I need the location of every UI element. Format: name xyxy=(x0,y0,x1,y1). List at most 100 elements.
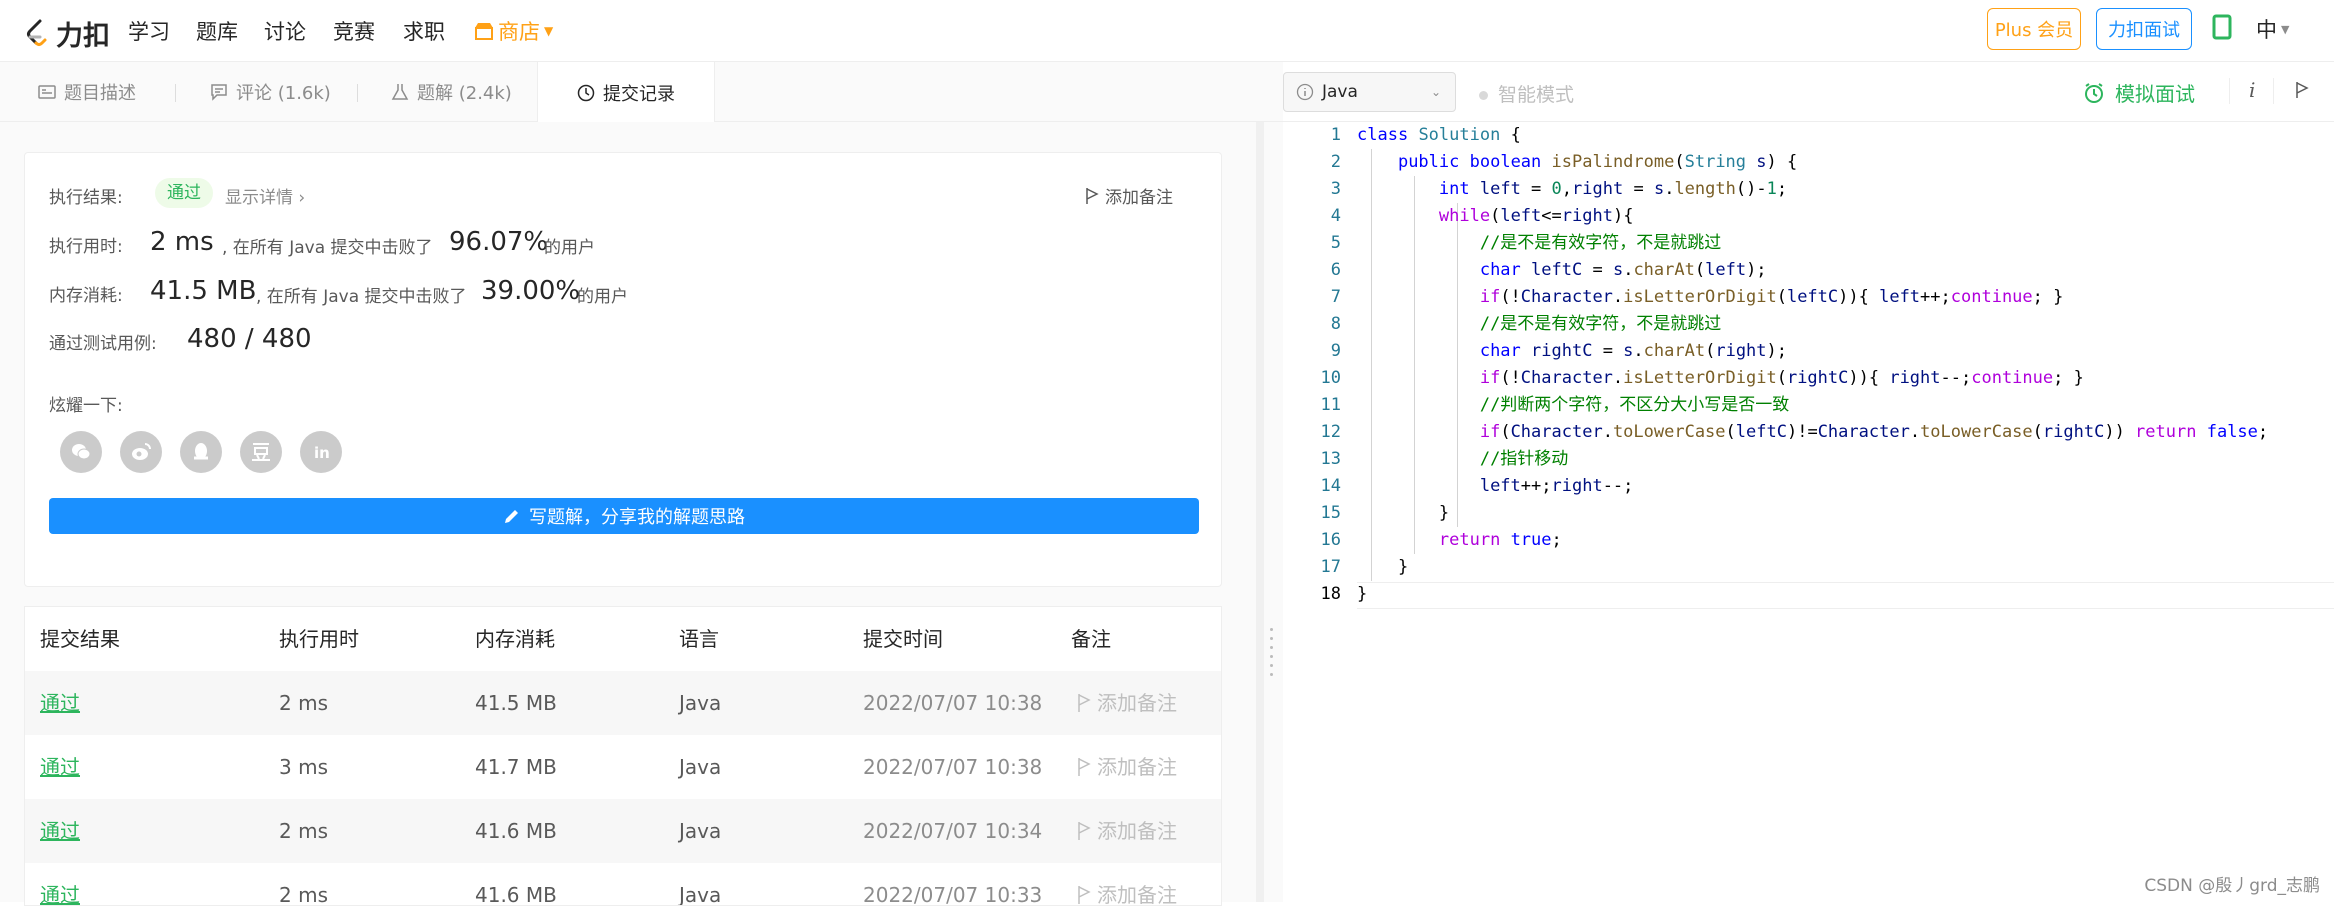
col-header-runtime: 执行用时 xyxy=(279,607,359,671)
row-add-note-button[interactable]: 添加备注 xyxy=(1077,863,1177,906)
code-line: int left = 0,right = s.length()-1; xyxy=(1357,176,2268,203)
row-status-link[interactable]: 通过 xyxy=(40,671,80,735)
store-icon xyxy=(474,22,494,40)
nav-contest[interactable]: 竞赛 xyxy=(333,16,375,46)
line-number: 2 xyxy=(1283,149,1341,176)
row-status-link[interactable]: 通过 xyxy=(40,735,80,799)
plus-member-button[interactable]: Plus 会员 xyxy=(1987,8,2081,50)
code-line: //指针移动 xyxy=(1357,446,2268,473)
wechat-share-button[interactable] xyxy=(60,431,102,473)
pencil-icon xyxy=(503,507,521,525)
smart-mode-toggle[interactable]: 智能模式 xyxy=(1479,80,1574,107)
col-header-submit-time: 提交时间 xyxy=(863,607,943,671)
tab-comments[interactable]: 评论 (1.6k) xyxy=(210,62,331,122)
result-card: 执行结果: 通过 显示详情 › 添加备注 执行用时: 2 ms , 在所有 Ja… xyxy=(24,152,1222,587)
linkedin-share-button[interactable]: in xyxy=(300,431,342,473)
code-line: if(!Character.isLetterOrDigit(rightC)){ … xyxy=(1357,365,2268,392)
row-memory: 41.6 MB xyxy=(475,863,557,906)
row-memory: 41.7 MB xyxy=(475,735,557,799)
write-solution-button[interactable]: 写题解，分享我的解题思路 xyxy=(49,498,1199,534)
line-number: 3 xyxy=(1283,176,1341,203)
flask-icon xyxy=(391,83,409,101)
memory-users-text: 的用户 xyxy=(577,282,628,307)
line-number: 1 xyxy=(1283,122,1341,149)
runtime-label: 执行用时: xyxy=(49,232,123,257)
douban-share-button[interactable] xyxy=(240,431,282,473)
code-line: if(!Character.isLetterOrDigit(leftC)){ l… xyxy=(1357,284,2268,311)
col-header-note: 备注 xyxy=(1071,607,1111,671)
row-language: Java xyxy=(679,799,721,863)
code-line: public boolean isPalindrome(String s) { xyxy=(1357,149,2268,176)
qq-share-button[interactable] xyxy=(180,431,222,473)
run-play-icon[interactable] xyxy=(2294,80,2310,104)
show-detail-link[interactable]: 显示详情 › xyxy=(225,183,305,208)
code-line: } xyxy=(1357,581,2268,608)
row-status-link[interactable]: 通过 xyxy=(40,799,80,863)
row-add-note-button[interactable]: 添加备注 xyxy=(1077,671,1177,735)
nav-jobs[interactable]: 求职 xyxy=(403,16,445,46)
row-runtime: 2 ms xyxy=(279,863,328,906)
info-italic-icon[interactable]: i xyxy=(2249,78,2255,102)
row-add-note-label: 添加备注 xyxy=(1097,863,1177,906)
language-switch-label: 中 xyxy=(2256,14,2277,44)
nav-store[interactable]: 商店 ▼ xyxy=(474,16,553,46)
table-row: 通过 2 ms 41.6 MB Java 2022/07/07 10:34 添加… xyxy=(25,799,1222,863)
code-line: if(Character.toLowerCase(leftC)!=Charact… xyxy=(1357,419,2268,446)
tab-submissions[interactable]: 提交记录 xyxy=(537,62,715,123)
tests-value: 480 / 480 xyxy=(187,324,312,354)
line-number: 10 xyxy=(1283,365,1341,392)
code-editor[interactable]: 1 2 3 4 5 6 7 8 9 10 11 12 13 14 15 16 1… xyxy=(1283,122,2334,902)
chevron-down-icon: ▼ xyxy=(544,24,553,38)
tab-solutions[interactable]: 题解 (2.4k) xyxy=(391,62,512,122)
col-header-memory: 内存消耗 xyxy=(475,607,555,671)
row-memory: 41.6 MB xyxy=(475,799,557,863)
flag-icon xyxy=(1085,187,1099,205)
code-line: //是不是有效字符，不是就跳过 xyxy=(1357,311,2268,338)
drag-handle-icon[interactable] xyxy=(1270,628,1273,676)
line-number: 6 xyxy=(1283,257,1341,284)
code-line: char leftC = s.charAt(left); xyxy=(1357,257,2268,284)
chevron-down-icon: ▼ xyxy=(2281,23,2289,36)
memory-value: 41.5 MB xyxy=(150,276,256,306)
language-switch[interactable]: 中 ▼ xyxy=(2256,14,2289,44)
line-number: 11 xyxy=(1283,392,1341,419)
language-select[interactable]: Java ⌄ xyxy=(1283,72,1456,112)
tab-description[interactable]: 题目描述 xyxy=(38,62,136,122)
row-language: Java xyxy=(679,863,721,906)
code-line: //是不是有效字符，不是就跳过 xyxy=(1357,230,2268,257)
code-line: while(left<=right){ xyxy=(1357,203,2268,230)
write-solution-label: 写题解，分享我的解题思路 xyxy=(529,503,745,529)
add-note-button[interactable]: 添加备注 xyxy=(1085,183,1173,208)
leetcode-logo[interactable]: 力扣 xyxy=(22,14,110,53)
interview-button[interactable]: 力扣面试 xyxy=(2096,8,2192,50)
line-number: 14 xyxy=(1283,473,1341,500)
tab-divider xyxy=(175,84,176,102)
nav-problems[interactable]: 题库 xyxy=(196,16,238,46)
line-number: 9 xyxy=(1283,338,1341,365)
tests-label: 通过测试用例: xyxy=(49,329,157,354)
memory-text: , 在所有 Java 提交中击败了 xyxy=(256,282,467,307)
row-add-note-button[interactable]: 添加备注 xyxy=(1077,735,1177,799)
line-number-active: 18 xyxy=(1283,581,1341,608)
row-add-note-button[interactable]: 添加备注 xyxy=(1077,799,1177,863)
mock-interview-button[interactable]: 模拟面试 xyxy=(2083,78,2195,107)
row-status-link[interactable]: 通过 xyxy=(40,863,80,906)
tab-description-label: 题目描述 xyxy=(64,79,136,105)
line-number: 15 xyxy=(1283,500,1341,527)
nav-discuss[interactable]: 讨论 xyxy=(264,16,306,46)
tab-comments-label: 评论 (1.6k) xyxy=(236,79,331,105)
left-scrollbar[interactable] xyxy=(1256,122,1264,902)
line-number: 16 xyxy=(1283,527,1341,554)
mobile-icon[interactable] xyxy=(2212,14,2232,44)
line-number: 7 xyxy=(1283,284,1341,311)
tab-divider xyxy=(357,84,358,102)
code-content[interactable]: class Solution { public boolean isPalind… xyxy=(1357,122,2268,608)
qq-icon xyxy=(189,440,213,464)
line-number: 12 xyxy=(1283,419,1341,446)
row-submit-time: 2022/07/07 10:34 xyxy=(863,799,1042,863)
nav-learn[interactable]: 学习 xyxy=(128,16,170,46)
chevron-down-icon: ⌄ xyxy=(1431,85,1441,99)
weibo-share-button[interactable] xyxy=(120,431,162,473)
table-row: 通过 3 ms 41.7 MB Java 2022/07/07 10:38 添加… xyxy=(25,735,1222,799)
flag-icon xyxy=(1077,821,1091,841)
